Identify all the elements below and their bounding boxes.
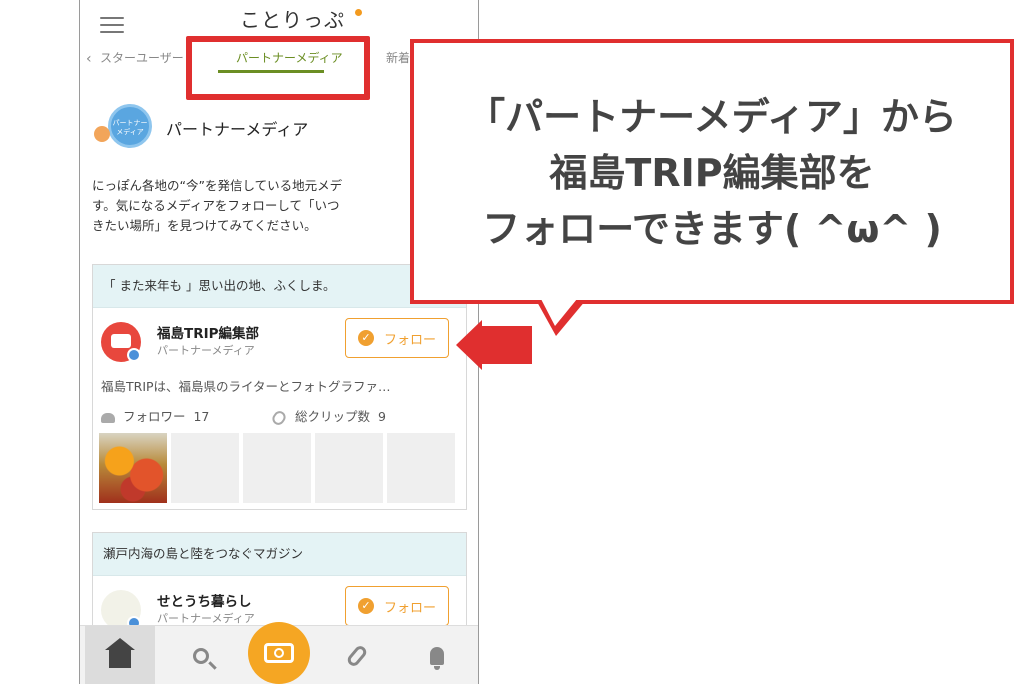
nav-clips[interactable] (322, 626, 392, 684)
check-icon: ✓ (357, 598, 374, 614)
follow-label: フォロー (383, 599, 436, 615)
clips-stat: 総クリップ数 9 (270, 406, 386, 427)
thumbnail-placeholder (171, 433, 239, 503)
followers-count: 17 (193, 409, 210, 424)
partner-media-icon: パートナーメディア (108, 104, 152, 148)
search-icon (193, 647, 209, 664)
follow-button[interactable]: ✓ フォロー (345, 318, 449, 358)
nav-notifications[interactable] (402, 626, 472, 684)
section-title: パートナーメディア (166, 120, 309, 139)
follow-label: フォロー (383, 331, 436, 347)
left-arrow-icon (456, 320, 482, 370)
bell-icon (430, 646, 444, 670)
users-icon (101, 412, 115, 423)
app-logo: ことりっぷ (240, 8, 345, 32)
logo-dot (355, 9, 362, 16)
clips-count: 9 (377, 409, 386, 424)
clip-icon (345, 643, 369, 668)
pointer-arrow-shaft (480, 326, 532, 364)
callout-line: フォローできます( ^ω^ ) (482, 207, 942, 251)
nav-search[interactable] (166, 626, 236, 684)
thumbnail-placeholder (243, 433, 311, 503)
media-type: パートナーメディア (157, 344, 255, 357)
paperclip-icon (270, 408, 288, 427)
follow-button[interactable]: ✓ フォロー (345, 586, 449, 626)
camera-icon (264, 643, 294, 663)
tab-new[interactable]: 新着 (386, 48, 410, 68)
card-banner: 瀬戸内海の島と陸をつなぐマガジン (93, 533, 466, 576)
media-name[interactable]: せとうち暮らし (157, 590, 252, 610)
clips-label: 総クリップ数 (295, 409, 371, 424)
home-icon (105, 637, 135, 668)
bird-icon (94, 126, 110, 142)
verified-badge-icon (127, 348, 141, 362)
check-icon: ✓ (357, 330, 374, 346)
callout-line: 福島TRIP編集部を (549, 151, 875, 195)
tab-highlight-box (186, 36, 370, 100)
media-stats: フォロワー 17 総クリップ数 9 (101, 406, 461, 427)
thumbnail-placeholder (315, 433, 383, 503)
chevron-left-icon[interactable]: ‹ (86, 49, 92, 69)
followers-stat: フォロワー 17 (101, 406, 209, 425)
bottom-nav (80, 622, 478, 684)
media-name[interactable]: 福島TRIP編集部 (157, 322, 259, 342)
tab-star-users[interactable]: スターユーザー (100, 48, 184, 68)
nav-home[interactable] (85, 626, 155, 684)
media-description: 福島TRIPは、福島県のライターとフォトグラファ… (101, 379, 391, 394)
media-type: パートナーメディア (157, 612, 255, 625)
map-icon (111, 334, 131, 348)
followers-label: フォロワー (123, 409, 186, 424)
annotation-callout: 「パートナーメディア」から 福島TRIP編集部をフォローできます( ^ω^ ) (410, 39, 1014, 304)
thumbnail-placeholder (387, 433, 455, 503)
autumn-photo-thumbnail[interactable] (99, 433, 167, 503)
callout-line: 「パートナーメディア」から (467, 95, 957, 139)
thumbnail-strip (99, 433, 455, 503)
callout-tail-inner (541, 299, 577, 326)
camera-button[interactable] (248, 622, 310, 684)
hamburger-menu-icon[interactable] (100, 17, 124, 37)
callout-text: 「パートナーメディア」から 福島TRIP編集部をフォローできます( ^ω^ ) (414, 89, 1010, 257)
